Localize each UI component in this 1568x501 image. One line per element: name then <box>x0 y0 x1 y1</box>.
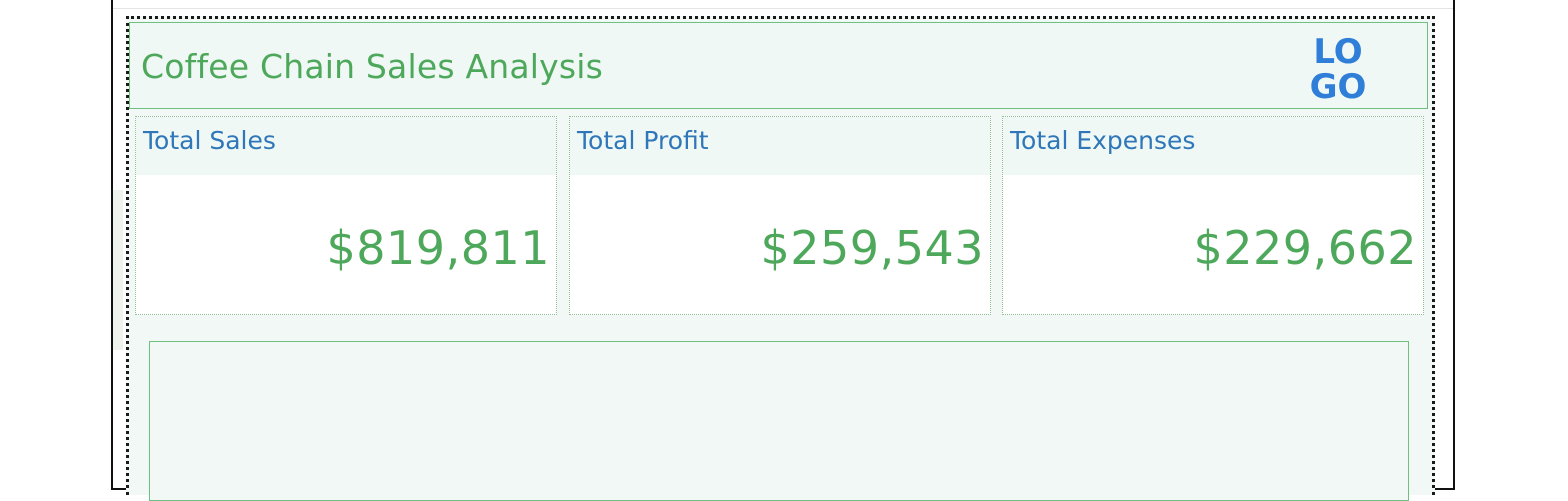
page-title: Coffee Chain Sales Analysis <box>141 47 604 86</box>
dashboard-header: Coffee Chain Sales Analysis LO GO <box>129 22 1428 109</box>
kpi-card-total-expenses[interactable]: Total Expenses $229,662 <box>1002 116 1424 315</box>
logo-line-2: GO <box>1310 67 1367 101</box>
kpi-label: Total Sales <box>143 126 276 155</box>
kpi-value: $229,662 <box>1193 221 1417 275</box>
kpi-label: Total Expenses <box>1010 126 1196 155</box>
kpi-card-total-sales[interactable]: Total Sales $819,811 <box>135 116 557 315</box>
divider <box>113 8 1453 9</box>
chart-placeholder-panel[interactable] <box>149 341 1409 501</box>
kpi-card-total-profit[interactable]: Total Profit $259,543 <box>569 116 991 315</box>
logo-line-1: LO <box>1313 32 1362 72</box>
kpi-value: $259,543 <box>760 221 984 275</box>
kpi-label: Total Profit <box>577 126 709 155</box>
left-rail <box>113 190 123 350</box>
kpi-value: $819,811 <box>326 221 550 275</box>
logo-icon: LO GO <box>1310 32 1367 101</box>
